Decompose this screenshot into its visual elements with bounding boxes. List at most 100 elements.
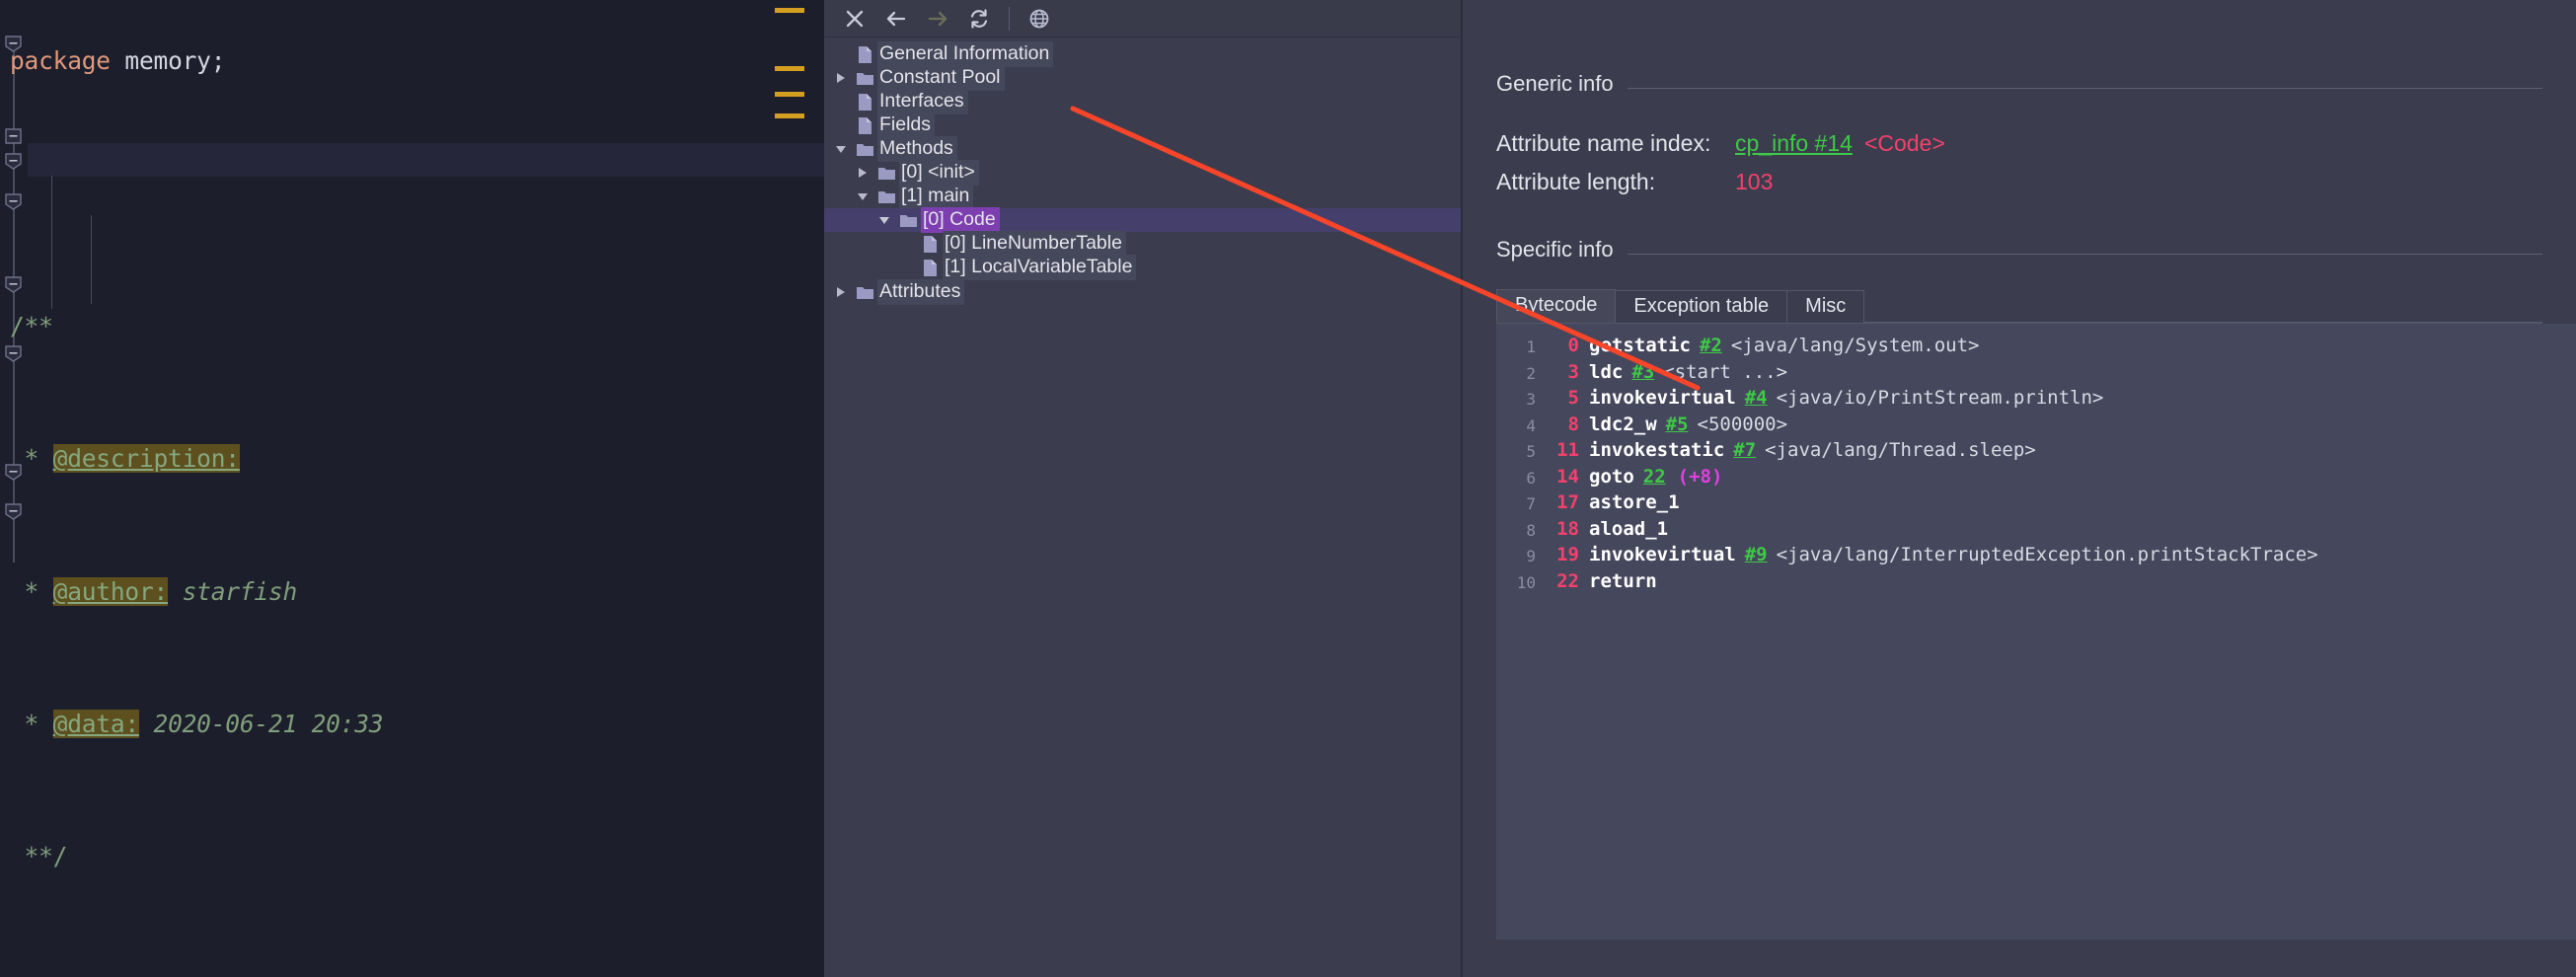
bytecode-description: <java/lang/Thread.sleep> (1756, 438, 2036, 465)
bytecode-offset: 14 (1536, 465, 1579, 491)
code-line: public class HeadDemo { (0, 973, 642, 977)
globe-icon[interactable] (1019, 1, 1060, 37)
editor-marker[interactable] (775, 113, 804, 118)
bytecode-cp-ref[interactable]: #4 (1736, 386, 1768, 413)
bytecode-description: <500000> (1689, 413, 1788, 439)
tree-node-constant-pool[interactable]: Constant Pool (824, 66, 1461, 90)
bytecode-row[interactable]: 1 0 getstatic #2 <java/lang/System.out> (1496, 334, 2576, 360)
javadoc-tag-data: @data: (53, 710, 139, 738)
code-editor-pane[interactable]: package memory; /** * @description: * @a… (0, 0, 824, 977)
javadoc-author-value: starfish (168, 577, 297, 606)
tree-node-general-information[interactable]: General Information (824, 42, 1461, 66)
bytecode-description: <java/lang/System.out> (1722, 334, 1980, 360)
tree-node-local-variable-table[interactable]: [1] LocalVariableTable (824, 256, 1461, 279)
bytecode-row[interactable]: 3 5 invokevirtual #4 <java/io/PrintStrea… (1496, 386, 2576, 413)
bytecode-offset: 17 (1536, 490, 1579, 517)
tree-node-label: Constant Pool (877, 65, 1005, 91)
class-tree[interactable]: General Information Constant Pool Interf… (824, 38, 1461, 304)
bytecode-row[interactable]: 7 17 astore_1 (1496, 490, 2576, 517)
source-code[interactable]: package memory; /** * @description: * @a… (0, 0, 642, 977)
panel-toolbar[interactable] (824, 0, 1461, 38)
tab-bytecode[interactable]: Bytecode (1496, 289, 1616, 323)
tab-misc[interactable]: Misc (1786, 290, 1864, 323)
tree-node-main-method[interactable]: [1] main (824, 185, 1461, 208)
folder-icon (852, 284, 877, 300)
bytecode-line-number: 8 (1496, 517, 1536, 544)
bytecode-description: <start ...> (1654, 360, 1787, 387)
file-icon (852, 116, 877, 135)
code-line: * @description: (0, 442, 642, 476)
folder-icon (852, 70, 877, 86)
field-key: Attribute length: (1496, 169, 1735, 195)
chevron-down-icon[interactable] (852, 190, 873, 202)
tree-node-line-number-table[interactable]: [0] LineNumberTable (824, 232, 1461, 256)
doc-close: **/ (10, 842, 67, 870)
field-key: Attribute name index: (1496, 130, 1735, 157)
tree-node-label: [0] LineNumberTable (943, 231, 1126, 257)
tree-node-code-attribute[interactable]: [0] Code (824, 208, 1461, 232)
bytecode-row[interactable]: 9 19 invokevirtual #9 <java/lang/Interru… (1496, 543, 2576, 569)
bytecode-cp-ref[interactable]: #2 (1691, 334, 1722, 360)
attribute-detail-panel[interactable]: Generic info Attribute name index: cp_in… (1461, 0, 2576, 977)
chevron-down-icon[interactable] (830, 143, 852, 155)
tree-node-label: [1] main (899, 184, 973, 209)
tree-node-init-method[interactable]: [0] <init> (824, 161, 1461, 185)
code-line-blank (0, 178, 642, 211)
close-icon[interactable] (834, 1, 875, 37)
class-structure-panel[interactable]: General Information Constant Pool Interf… (824, 0, 1461, 977)
refresh-icon[interactable] (958, 1, 1000, 37)
detail-tabs[interactable]: Bytecode Exception table Misc (1496, 290, 2542, 324)
bytecode-cp-ref[interactable]: #3 (1623, 360, 1654, 387)
doc-star: * (10, 577, 53, 606)
tree-node-fields[interactable]: Fields (824, 113, 1461, 137)
bytecode-jump-delta: (+8) (1666, 465, 1723, 491)
bytecode-offset: 22 (1536, 569, 1579, 596)
bytecode-line-number: 10 (1496, 569, 1536, 596)
bytecode-cp-ref[interactable]: #5 (1657, 413, 1689, 439)
bytecode-cp-ref[interactable]: #9 (1736, 543, 1768, 569)
bytecode-cp-ref[interactable]: #7 (1724, 438, 1756, 465)
bytecode-offset: 19 (1536, 543, 1579, 569)
bytecode-offset: 0 (1536, 334, 1579, 360)
bytecode-jump-target[interactable]: 22 (1634, 465, 1666, 491)
tree-node-methods[interactable]: Methods (824, 137, 1461, 161)
tree-node-label: [1] LocalVariableTable (943, 255, 1136, 280)
tree-node-label: Interfaces (877, 89, 968, 114)
header-rule (1628, 88, 2542, 89)
tab-exception-table[interactable]: Exception table (1615, 290, 1787, 323)
editor-marker[interactable] (775, 66, 804, 71)
jclasslib-bytecode-viewer: package memory; /** * @description: * @a… (0, 0, 2576, 977)
tree-node-attributes[interactable]: Attributes (824, 280, 1461, 304)
code-line: /** (0, 310, 642, 343)
bytecode-row[interactable]: 8 18 aload_1 (1496, 517, 2576, 544)
back-icon[interactable] (875, 1, 917, 37)
bytecode-line-number: 3 (1496, 386, 1536, 413)
chevron-right-icon[interactable] (830, 286, 852, 298)
cp-info-link[interactable]: cp_info #14 (1735, 130, 1853, 157)
chevron-right-icon[interactable] (852, 167, 873, 179)
bytecode-description: <java/lang/InterruptedException.printSta… (1768, 543, 2318, 569)
bytecode-mnemonic: return (1579, 569, 1657, 596)
field-value: 103 (1735, 169, 1773, 195)
bytecode-row[interactable]: 6 14 goto 22 (+8) (1496, 465, 2576, 491)
toolbar-separator (1009, 7, 1010, 31)
editor-marker[interactable] (775, 92, 804, 97)
bytecode-row[interactable]: 5 11 invokestatic #7 <java/lang/Thread.s… (1496, 438, 2576, 465)
chevron-right-icon[interactable] (830, 72, 852, 84)
javadoc-tag-description: @description: (53, 444, 240, 473)
bytecode-row[interactable]: 2 3 ldc #3 <start ...> (1496, 360, 2576, 387)
forward-icon[interactable] (917, 1, 958, 37)
bytecode-listing[interactable]: 1 0 getstatic #2 <java/lang/System.out> … (1496, 324, 2576, 939)
generic-info-header: Generic info (1463, 71, 2576, 97)
bytecode-row[interactable]: 4 8 ldc2_w #5 <500000> (1496, 413, 2576, 439)
tree-node-label: Attributes (877, 279, 964, 305)
tree-node-interfaces[interactable]: Interfaces (824, 90, 1461, 113)
chevron-down-icon[interactable] (873, 214, 895, 226)
editor-marker[interactable] (775, 8, 804, 13)
bytecode-mnemonic: ldc (1579, 360, 1623, 387)
doc-star: * (10, 710, 53, 738)
bytecode-row[interactable]: 10 22 return (1496, 569, 2576, 596)
folder-icon (873, 165, 899, 181)
field-attribute-length: Attribute length: 103 (1463, 169, 2576, 195)
keyword-package: package (10, 46, 111, 75)
